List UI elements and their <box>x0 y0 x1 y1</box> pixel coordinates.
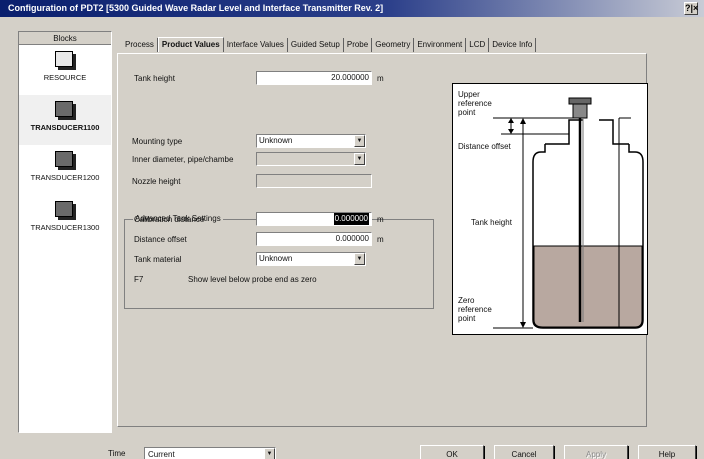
tab-process[interactable]: Process <box>122 38 158 52</box>
distance-offset-diagram-label: Distance offset <box>458 142 511 151</box>
window-title: Configuration of PDT2 [5300 Guided Wave … <box>8 3 384 13</box>
tab-strip: Process Product Values Interface Values Gui… <box>122 37 537 52</box>
chevron-down-icon[interactable]: ▼ <box>354 153 365 165</box>
inner-diameter-select[interactable]: ▼ <box>256 152 366 166</box>
distance-offset-unit: m <box>377 235 384 244</box>
chevron-down-icon[interactable]: ▼ <box>354 135 365 147</box>
help-close-icon[interactable]: ?|× <box>684 2 698 15</box>
block-item-transducer1300[interactable]: TRANSDUCER1300 <box>19 195 111 245</box>
chevron-down-icon[interactable]: ▼ <box>354 253 365 265</box>
block-cube-icon <box>55 101 73 117</box>
title-bar: Configuration of PDT2 [5300 Guided Wave … <box>0 0 704 17</box>
block-label: RESOURCE <box>43 73 87 82</box>
tank-height-unit: m <box>377 74 384 83</box>
distance-offset-value: 0.000000 <box>335 234 369 243</box>
upper-reference-label: Upper reference point <box>458 90 492 117</box>
show-level-label: Show level below probe end as zero <box>188 275 317 284</box>
tab-product-values[interactable]: Product Values <box>157 37 224 52</box>
tank-height-label: Tank height <box>134 74 175 83</box>
config-dialog: Blocks RESOURCE TRANSDUCER1100 TRANSDUCE… <box>0 17 704 459</box>
transmitter-cap <box>568 97 592 105</box>
block-cube-icon <box>55 151 73 167</box>
time-value: Current <box>148 450 175 459</box>
nozzle-height-input[interactable] <box>256 174 372 188</box>
arrow-down-icon <box>520 322 526 328</box>
tank-material-label: Tank material <box>134 255 182 264</box>
nozzle-height-label: Nozzle height <box>132 177 181 186</box>
tank-nozzle <box>545 119 629 145</box>
calibration-distance-unit: m <box>377 215 384 224</box>
block-item-resource[interactable]: RESOURCE <box>19 45 111 95</box>
block-label: TRANSDUCER1300 <box>30 223 100 232</box>
distance-offset-label: Distance offset <box>134 235 187 244</box>
tank-diagram: Upper reference point Distance offset Ta… <box>452 83 648 335</box>
chevron-down-icon[interactable]: ▼ <box>264 448 275 459</box>
tab-device-info[interactable]: Device Info <box>489 38 537 52</box>
block-cube-icon <box>55 201 73 217</box>
block-label: TRANSDUCER1100 <box>30 123 100 132</box>
tank-height-diagram-label: Tank height <box>471 218 512 227</box>
calibration-distance-value: 0.000000 <box>333 213 369 225</box>
show-level-checkbox[interactable]: F7 <box>134 275 143 284</box>
zero-reference-label: Zero reference point <box>458 296 492 323</box>
arrow-up-icon <box>508 118 514 123</box>
apply-button[interactable]: Apply <box>564 445 628 459</box>
block-item-transducer1100[interactable]: TRANSDUCER1100 <box>19 95 111 145</box>
tank-height-value: 20.000000 <box>331 73 369 82</box>
tab-lcd[interactable]: LCD <box>466 38 490 52</box>
time-label: Time <box>108 449 126 458</box>
blocks-header: Blocks <box>19 32 111 45</box>
block-item-transducer1200[interactable]: TRANSDUCER1200 <box>19 145 111 195</box>
tab-probe[interactable]: Probe <box>344 38 373 52</box>
time-select[interactable]: Current ▼ <box>144 447 276 459</box>
tab-interface-values[interactable]: Interface Values <box>224 38 288 52</box>
mounting-type-label: Mounting type <box>132 137 183 146</box>
tab-environment[interactable]: Environment <box>414 38 467 52</box>
distance-offset-input[interactable]: 0.000000 <box>256 232 372 246</box>
help-button[interactable]: Help <box>638 445 696 459</box>
inner-diameter-label: Inner diameter, pipe/chambe <box>132 155 234 164</box>
tank-material-select[interactable]: Unknown ▼ <box>256 252 366 266</box>
liquid-fill <box>533 245 643 328</box>
blocks-panel: Blocks RESOURCE TRANSDUCER1100 TRANSDUCE… <box>18 31 112 433</box>
arrow-down-icon <box>508 129 514 134</box>
ok-button[interactable]: OK <box>420 445 484 459</box>
tab-geometry[interactable]: Geometry <box>372 38 415 52</box>
tab-guided-setup[interactable]: Guided Setup <box>288 38 344 52</box>
calibration-distance-input[interactable]: 0.000000 <box>256 212 372 226</box>
block-label: TRANSDUCER1200 <box>30 173 100 182</box>
tank-material-value: Unknown <box>259 254 293 263</box>
mounting-type-value: Unknown <box>259 136 293 145</box>
block-cube-icon <box>55 51 73 67</box>
tank-height-input[interactable]: 20.000000 <box>256 71 372 85</box>
arrow-up-icon <box>520 118 526 124</box>
calibration-distance-label: Calibration distance <box>134 215 205 224</box>
cancel-button[interactable]: Cancel <box>494 445 554 459</box>
mounting-type-select[interactable]: Unknown ▼ <box>256 134 366 148</box>
